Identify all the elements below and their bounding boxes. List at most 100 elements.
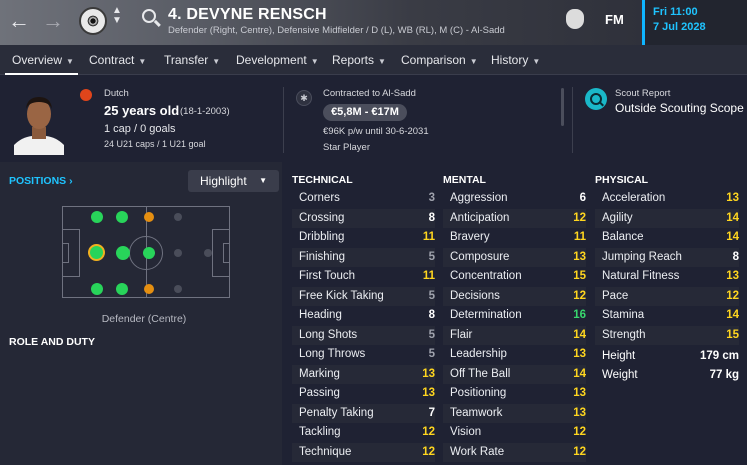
position-dot-ml[interactable] [144,284,154,294]
position-dot-amr[interactable] [174,213,182,221]
scout-report-button[interactable] [585,88,607,110]
arrow-left-icon[interactable]: ← [8,8,30,34]
player-photo[interactable] [14,89,64,155]
position-dot-dc-selected[interactable] [88,244,105,261]
attribute-row[interactable]: Positioning 13 [443,384,586,404]
attribute-row[interactable]: Agility 14 [595,208,739,228]
attribute-row[interactable]: Determination 16 [443,306,586,326]
attribute-name: Acceleration [602,192,666,204]
chevron-down-icon: ▼ [138,57,147,66]
attribute-row[interactable]: Finishing 5 [292,247,435,267]
position-dot-dmr[interactable] [116,211,128,223]
attribute-row[interactable]: Strength 15 [595,325,739,345]
chevron-down-icon: ▼ [212,57,221,66]
chevron-down-icon: ▼ [66,57,74,66]
highlight-dropdown[interactable]: Highlight ▼ [188,170,279,192]
position-dot-mr[interactable] [144,212,154,222]
attribute-value: 8 [428,211,435,224]
attribute-row[interactable]: Crossing 8 [292,208,435,228]
scrollbar[interactable] [561,88,564,126]
tab-transfer[interactable]: Transfer ▼ [164,53,220,67]
attribute-row[interactable]: Off The Ball 14 [443,364,586,384]
attribute-row[interactable]: Anticipation 12 [443,208,586,228]
attribute-row[interactable]: Penalty Taking 7 [292,403,435,423]
attribute-value: 14 [726,211,739,224]
position-dot-dr[interactable] [91,211,103,223]
attribute-row[interactable]: Concentration 15 [443,267,586,287]
attribute-row[interactable]: Work Rate 12 [443,442,586,462]
chevron-down-icon: ▼ [259,176,267,185]
attribute-row[interactable]: Acceleration 13 [595,189,739,209]
attribute-row[interactable]: Long Shots 5 [292,325,435,345]
attribute-row[interactable]: Free Kick Taking 5 [292,286,435,306]
attribute-row[interactable]: Composure 13 [443,247,586,267]
position-dot-dmc[interactable] [116,246,130,260]
search-icon[interactable] [142,9,156,23]
attribute-row[interactable]: Long Throws 5 [292,345,435,365]
attribute-row[interactable]: Stamina 14 [595,306,739,326]
attribute-value: 14 [573,328,586,341]
contract-club[interactable]: Contracted to Al-Sadd [323,88,416,99]
club-badge-icon[interactable] [566,9,584,29]
tab-development[interactable]: Development ▼ [236,53,319,67]
position-dot-aml[interactable] [174,285,182,293]
tab-label: Transfer [164,53,209,67]
attribute-value: 13 [573,348,586,360]
attribute-row[interactable]: Heading 8 [292,306,435,326]
attribute-row[interactable]: Bravery 11 [443,228,586,248]
position-dot-mc[interactable] [143,247,155,259]
position-dot-dml[interactable] [116,283,128,295]
tab-comparison[interactable]: Comparison ▼ [401,53,478,67]
club-crest-icon[interactable] [79,7,107,35]
scout-report-heading: Scout Report [615,88,671,99]
attribute-row[interactable]: Natural Fitness 13 [595,267,739,287]
attribute-row[interactable]: Pace 12 [595,286,739,306]
attribute-row[interactable]: Marking 13 [292,364,435,384]
attribute-row[interactable]: Balance 14 [595,228,739,248]
player-switcher-icon[interactable]: ▲ ▼ [112,6,122,26]
attribute-row[interactable]: Decisions 12 [443,286,586,306]
position-dot-st[interactable] [204,249,212,257]
arrow-right-icon[interactable]: → [42,8,64,34]
attribute-value: 13 [726,192,739,204]
attribute-value: 11 [422,270,435,282]
role-and-duty-heading[interactable]: ROLE AND DUTY [9,336,95,348]
attribute-value: 14 [726,231,739,243]
fm-logo[interactable]: FM [605,12,624,27]
attribute-row[interactable]: Vision 12 [443,423,586,443]
attribute-value: 11 [573,231,586,243]
attribute-row[interactable]: Flair 14 [443,325,586,345]
attribute-value: 14 [573,367,586,380]
attribute-name: Technique [299,445,352,458]
position-dot-amc[interactable] [174,249,182,257]
tab-history[interactable]: History ▼ [491,53,540,67]
attribute-row[interactable]: Technique 12 [292,442,435,462]
attribute-row[interactable]: Passing 13 [292,384,435,404]
attribute-name: Heading [299,309,342,321]
attribute-row[interactable]: First Touch 11 [292,267,435,287]
tab-reports[interactable]: Reports ▼ [332,53,386,67]
attribute-row[interactable]: Tackling 12 [292,423,435,443]
tab-contract[interactable]: Contract ▼ [89,53,146,67]
attribute-row[interactable]: Jumping Reach 8 [595,247,739,267]
weight-label: Weight [602,369,638,381]
attribute-value: 5 [428,289,435,302]
position-dot-dl[interactable] [91,283,103,295]
attribute-row[interactable]: Teamwork 13 [443,403,586,423]
attribute-value: 12 [573,426,586,438]
attribute-name: Stamina [602,309,645,321]
attribute-value: 13 [726,270,739,282]
positions-heading[interactable]: POSITIONS › [9,175,73,187]
attribute-row[interactable]: Aggression 6 [443,189,586,209]
attribute-row[interactable]: Leadership 13 [443,345,586,365]
date-display[interactable]: Fri 11:00 7 Jul 2028 [642,0,747,45]
attribute-row[interactable]: Corners 3 [292,189,435,209]
transfer-value-badge[interactable]: €5,8M - €17M [323,104,407,121]
tab-overview[interactable]: Overview ▼ [5,53,78,75]
chevron-down-icon: ▼ [310,57,319,66]
attribute-value: 12 [422,445,435,458]
attribute-row[interactable]: Dribbling 11 [292,228,435,248]
scout-report-value[interactable]: Outside Scouting Scope [615,101,744,115]
nationality-flag-icon[interactable] [80,89,92,101]
attribute-name: Finishing [299,250,346,263]
